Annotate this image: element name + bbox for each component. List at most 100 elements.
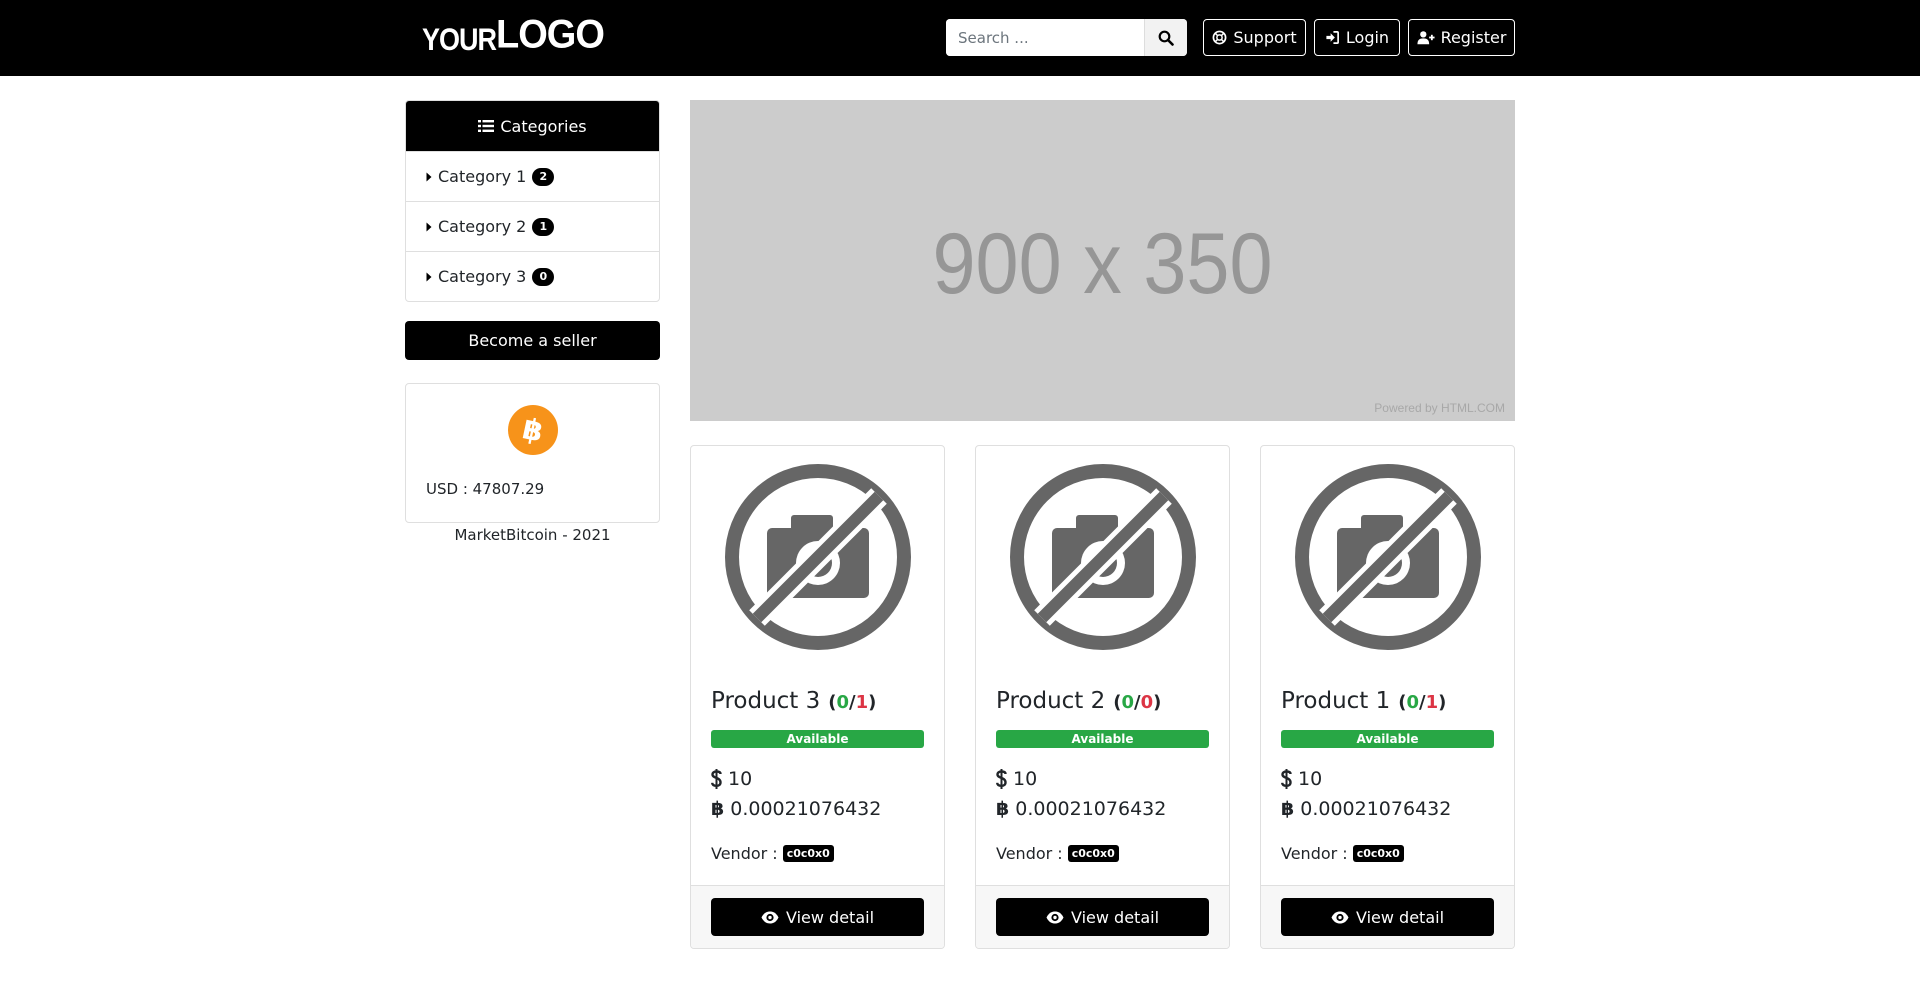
positive-feedback: 0 (1406, 692, 1420, 713)
category-label: Category 1 (438, 167, 527, 186)
price-btc: ฿ 0.00021076432 (996, 798, 1166, 820)
support-button[interactable]: Support (1203, 19, 1306, 56)
price-usd: 10 (1281, 768, 1322, 790)
categories-title: Categories (500, 116, 587, 136)
list-icon (478, 120, 495, 132)
price-btc-value: 0.00021076432 (730, 798, 882, 820)
product-name: Product 2 (996, 688, 1106, 714)
category-label: Category 3 (438, 267, 527, 286)
vendor: Vendor : c0c0x0 (711, 844, 834, 863)
login-button[interactable]: Login (1314, 19, 1400, 56)
search-form (946, 19, 1187, 56)
banner-image: 900 x 350 Powered by HTML.COM (690, 100, 1515, 421)
footer-copyright: MarketBitcoin - 2021 (454, 526, 611, 544)
bitcoin-icon: ฿ (508, 405, 558, 455)
negative-feedback: 1 (1425, 692, 1439, 713)
price-btc: ฿ 0.00021076432 (711, 798, 881, 820)
eye-icon (761, 911, 779, 923)
vendor-label: Vendor : (1281, 844, 1348, 863)
no-camera-icon (1295, 464, 1481, 650)
caret-right-icon (426, 172, 432, 181)
product-name: Product 1 (1281, 688, 1391, 714)
product-feedback-ratio: (0/1) (1398, 692, 1447, 713)
price-usd-value: 10 (728, 768, 753, 790)
logo[interactable]: YOUR LOGO (422, 12, 605, 58)
availability-badge: Available (1281, 730, 1494, 748)
vendor: Vendor : c0c0x0 (1281, 844, 1404, 863)
category-item[interactable]: Category 3 0 (406, 251, 659, 301)
search-button[interactable] (1144, 19, 1187, 56)
dollar-icon (711, 769, 722, 789)
product-title[interactable]: Product 2 (0/0) (996, 688, 1161, 714)
view-detail-button[interactable]: View detail (711, 898, 924, 936)
register-button[interactable]: Register (1408, 19, 1515, 56)
product-title[interactable]: Product 1 (0/1) (1281, 688, 1446, 714)
product-feedback-ratio: (0/1) (828, 692, 877, 713)
availability-badge: Available (996, 730, 1209, 748)
availability-badge: Available (711, 730, 924, 748)
product-card: Product 1 (0/1) Available 10 ฿ 0.0002107… (1260, 445, 1515, 949)
vendor-label: Vendor : (996, 844, 1063, 863)
search-icon (1158, 30, 1174, 46)
view-detail-button[interactable]: View detail (1281, 898, 1494, 936)
positive-feedback: 0 (1121, 692, 1135, 713)
login-label: Login (1345, 28, 1390, 47)
price-btc-value: 0.00021076432 (1300, 798, 1452, 820)
vendor: Vendor : c0c0x0 (996, 844, 1119, 863)
banner-powered-text: Powered by HTML.COM (1374, 401, 1505, 415)
product-feedback-ratio: (0/0) (1113, 692, 1162, 713)
dollar-icon (1281, 769, 1292, 789)
dollar-icon (996, 769, 1007, 789)
category-count-badge: 1 (532, 217, 555, 236)
bitcoin-icon: ฿ (1281, 798, 1295, 820)
support-label: Support (1233, 28, 1297, 47)
product-card: Product 2 (0/0) Available 10 ฿ 0.0002107… (975, 445, 1230, 949)
caret-right-icon (426, 272, 432, 281)
category-count-badge: 0 (532, 267, 555, 286)
user-plus-icon (1417, 31, 1435, 45)
no-camera-icon (1010, 464, 1196, 650)
price-btc-value: 0.00021076432 (1015, 798, 1167, 820)
no-camera-icon (725, 464, 911, 650)
view-detail-button[interactable]: View detail (996, 898, 1209, 936)
card-footer: View detail (976, 885, 1229, 948)
vendor-badge[interactable]: c0c0x0 (1067, 845, 1119, 862)
register-label: Register (1440, 28, 1507, 47)
card-footer: View detail (691, 885, 944, 948)
view-detail-label: View detail (785, 907, 875, 927)
price-usd: 10 (996, 768, 1037, 790)
product-title[interactable]: Product 3 (0/1) (711, 688, 876, 714)
product-name: Product 3 (711, 688, 821, 714)
eye-icon (1046, 911, 1064, 923)
bitcoin-rate-card: ฿ USD : 47807.29 (405, 383, 660, 523)
category-count-badge: 2 (532, 167, 555, 186)
category-item[interactable]: Category 2 1 (406, 201, 659, 251)
caret-right-icon (426, 222, 432, 231)
price-usd-value: 10 (1013, 768, 1038, 790)
logo-small-text: YOUR (422, 22, 497, 57)
category-item[interactable]: Category 1 2 (406, 151, 659, 201)
negative-feedback: 1 (855, 692, 869, 713)
categories-header: Categories (406, 101, 659, 151)
vendor-badge[interactable]: c0c0x0 (782, 845, 834, 862)
logo-big-text: LOGO (496, 12, 605, 57)
become-seller-button[interactable]: Become a seller (405, 321, 660, 360)
eye-icon (1331, 911, 1349, 923)
card-footer: View detail (1261, 885, 1514, 948)
positive-feedback: 0 (836, 692, 850, 713)
bitcoin-icon: ฿ (711, 798, 725, 820)
view-detail-label: View detail (1355, 907, 1445, 927)
lifebuoy-icon (1212, 30, 1227, 45)
vendor-label: Vendor : (711, 844, 778, 863)
price-usd-value: 10 (1298, 768, 1323, 790)
categories-card: Categories Category 1 2 Category 2 1 Cat… (405, 100, 660, 302)
product-card: Product 3 (0/1) Available 10 ฿ 0.0002107… (690, 445, 945, 949)
category-label: Category 2 (438, 217, 527, 236)
sign-in-icon (1326, 31, 1339, 44)
vendor-badge[interactable]: c0c0x0 (1352, 845, 1404, 862)
price-btc: ฿ 0.00021076432 (1281, 798, 1451, 820)
search-input[interactable] (946, 19, 1144, 56)
price-usd: 10 (711, 768, 752, 790)
bitcoin-icon: ฿ (996, 798, 1010, 820)
banner-placeholder-text: 900 x 350 (932, 216, 1273, 312)
